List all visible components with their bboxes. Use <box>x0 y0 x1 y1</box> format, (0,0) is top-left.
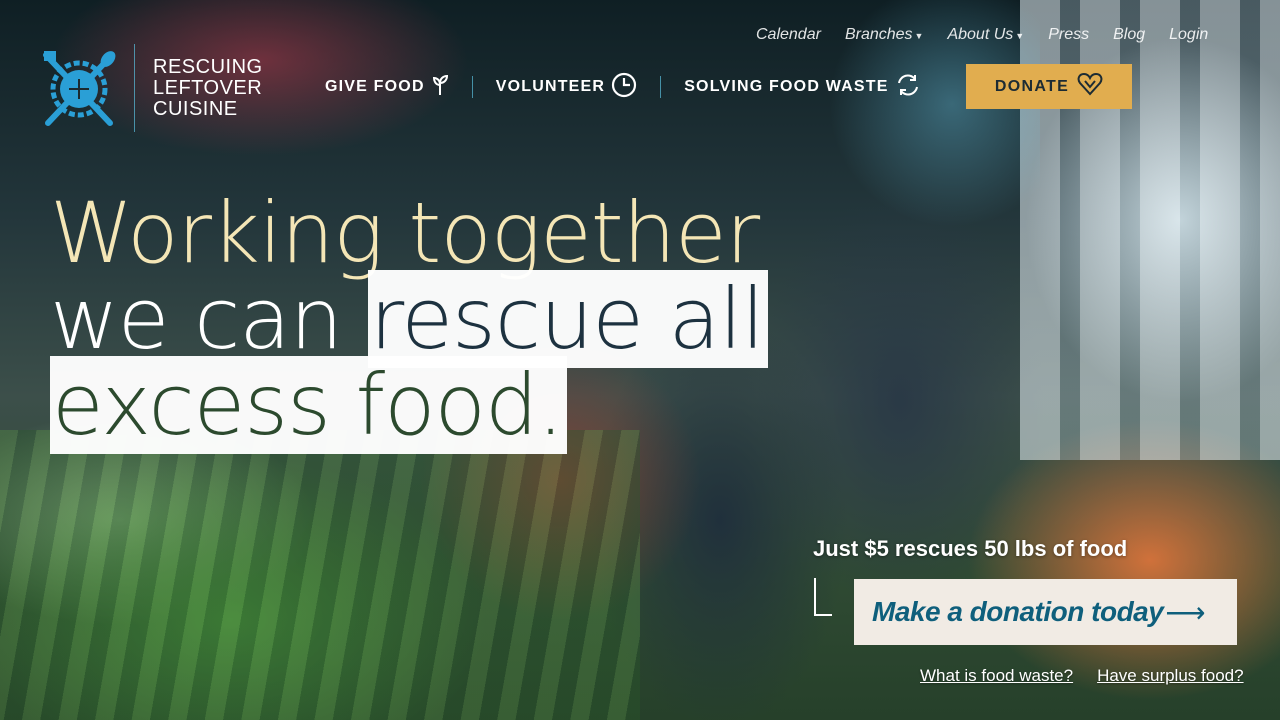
caret-down-icon: ▼ <box>914 31 924 41</box>
headline-line-3-highlight: excess food. <box>50 356 567 454</box>
cta-bracket-decoration <box>814 578 832 616</box>
utility-nav-press[interactable]: Press <box>1048 26 1089 44</box>
nav-separator <box>471 76 473 98</box>
logo-line-2: Leftover <box>153 76 263 99</box>
main-nav: Give Food Volunteer Solving Food Waste <box>325 64 921 110</box>
utility-nav-label: Calendar <box>756 26 821 43</box>
utility-nav-label: Blog <box>1113 26 1146 43</box>
heart-icon <box>1077 72 1103 101</box>
headline-line-3: excess food. <box>50 356 768 454</box>
link-what-is-food-waste[interactable]: What is food waste? <box>920 666 1073 686</box>
logo-divider <box>134 44 135 132</box>
donate-button[interactable]: Donate <box>966 64 1132 109</box>
utility-nav-label: Login <box>1169 26 1209 43</box>
logo-line-3: Cuisine <box>153 97 238 120</box>
utility-nav-blog[interactable]: Blog <box>1113 26 1145 44</box>
caret-down-icon: ▼ <box>1015 31 1025 41</box>
site-logo[interactable]: Rescuing Leftover Cuisine <box>40 44 263 132</box>
make-donation-button[interactable]: Make a donation today ⟶ <box>854 579 1237 645</box>
logo-line-1: Rescuing <box>153 55 263 78</box>
headline-line-2-plain: we can <box>50 270 368 368</box>
arrow-right-icon: ⟶ <box>1165 596 1205 628</box>
utility-nav-label: Press <box>1048 26 1090 43</box>
sprout-icon <box>431 74 449 101</box>
hero-headline: Working together we can rescue all exces… <box>50 184 768 454</box>
utility-nav-label: Branches <box>844 26 913 43</box>
headline-line-2-highlight: rescue all <box>367 270 768 368</box>
nav-solving-food-waste[interactable]: Solving Food Waste <box>684 72 920 103</box>
logo-fork-spoon-icon <box>40 49 118 127</box>
headline-line-1: Working together <box>50 184 760 282</box>
clock-icon <box>611 72 637 103</box>
make-donation-label: Make a donation today <box>872 596 1164 627</box>
utility-nav: Calendar Branches ▼ About Us ▼ Press Blog … <box>756 26 1208 44</box>
nav-volunteer[interactable]: Volunteer <box>496 72 637 103</box>
donate-button-label: Donate <box>994 77 1070 95</box>
produce-shelf <box>0 430 640 720</box>
headline-line-2: we can rescue all <box>50 270 768 368</box>
utility-nav-label: About Us <box>947 26 1014 43</box>
utility-nav-about-us[interactable]: About Us ▼ <box>947 26 1024 44</box>
nav-give-food[interactable]: Give Food <box>325 74 449 101</box>
utility-nav-login[interactable]: Login <box>1169 26 1208 44</box>
recycle-icon <box>895 72 921 103</box>
nav-separator <box>660 76 662 98</box>
hero-sub-links: What is food waste? Have surplus food? <box>920 666 1244 686</box>
nav-give-food-label: Give Food <box>325 78 425 95</box>
nav-volunteer-label: Volunteer <box>495 78 606 95</box>
utility-nav-branches[interactable]: Branches ▼ <box>845 26 924 44</box>
nav-solving-food-waste-label: Solving Food Waste <box>684 78 889 95</box>
logo-wordmark: Rescuing Leftover Cuisine <box>153 55 263 120</box>
utility-nav-calendar[interactable]: Calendar <box>756 26 821 44</box>
link-have-surplus-food[interactable]: Have surplus food? <box>1097 666 1243 686</box>
donation-tagline: Just $5 rescues 50 lbs of food <box>813 536 1128 561</box>
